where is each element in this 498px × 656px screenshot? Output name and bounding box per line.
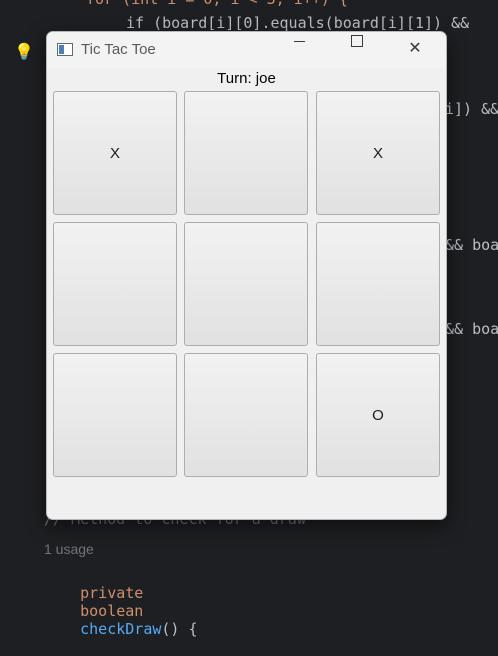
maximize-button[interactable] (334, 32, 380, 68)
code-line-fragment-2: && boa (445, 236, 498, 254)
window-title: Tic Tac Toe (81, 41, 156, 58)
maximize-icon (351, 34, 363, 47)
keyword-boolean: boolean (80, 602, 144, 620)
code-line-for: for (int i = 0; i < 3; i++) { (86, 0, 348, 8)
board-cell-1[interactable]: X (53, 91, 177, 215)
java-app-icon (57, 43, 73, 56)
board-cell-7[interactable] (53, 353, 177, 477)
turn-label: Turn: joe (217, 70, 276, 87)
board-cell-6[interactable] (316, 222, 440, 346)
method-name: checkDraw (80, 620, 162, 638)
minimize-icon (293, 41, 305, 43)
close-icon: ✕ (408, 40, 422, 57)
board-cell-4[interactable] (53, 222, 177, 346)
title-bar[interactable]: Tic Tac Toe ✕ (47, 32, 446, 68)
board-cell-3[interactable]: X (316, 91, 440, 215)
board-cell-5[interactable] (184, 222, 308, 346)
code-line-method: private boolean checkDraw() { (44, 566, 198, 656)
method-tail: () { (161, 620, 198, 638)
tic-tac-toe-window: Tic Tac Toe ✕ Turn: joe X X O (46, 31, 447, 520)
close-button[interactable]: ✕ (392, 32, 438, 68)
lightbulb-icon[interactable]: 💡 (14, 43, 34, 61)
code-line-fragment-1: i]) && (445, 100, 498, 118)
usage-hint[interactable]: 1 usage (44, 541, 94, 557)
code-line-fragment-3: && boa (445, 320, 498, 338)
code-line-if: if (board[i][0].equals(board[i][1]) && (126, 14, 470, 32)
board-cell-2[interactable] (184, 91, 308, 215)
board-cell-8[interactable] (184, 353, 308, 477)
keyword-private: private (80, 584, 144, 602)
minimize-button[interactable] (276, 32, 322, 68)
board-cell-9[interactable]: O (316, 353, 440, 477)
